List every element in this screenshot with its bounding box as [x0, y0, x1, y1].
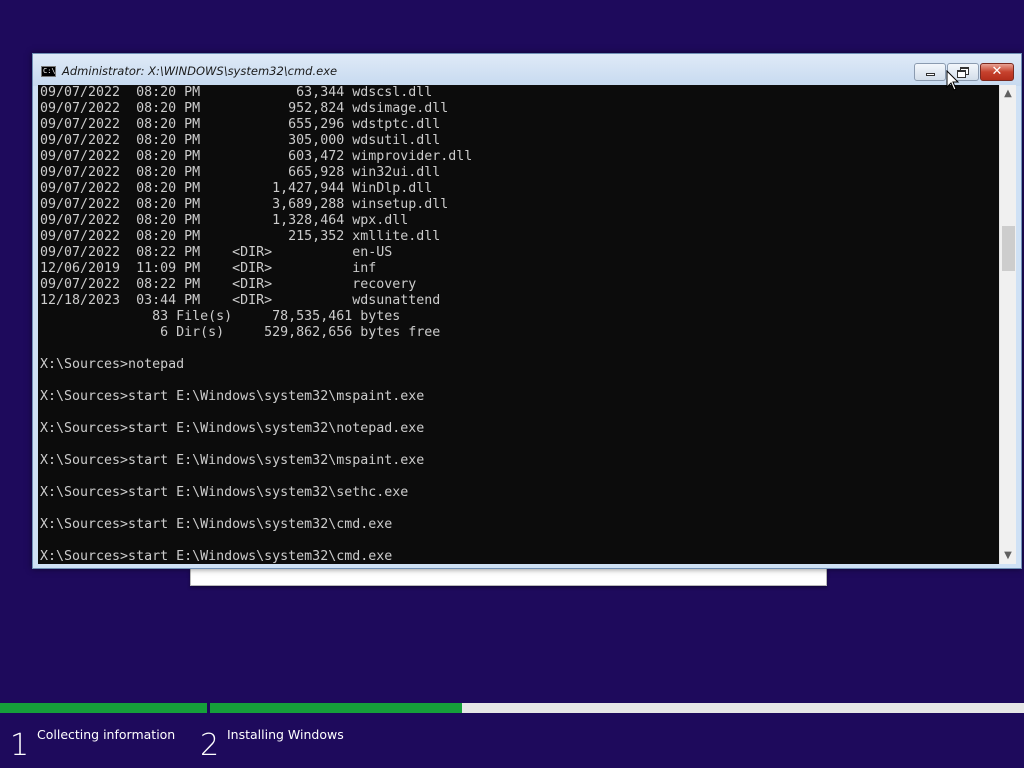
step-label: Installing Windows	[227, 727, 344, 742]
console-line: 09/07/2022 08:20 PM 1,328,464 wpx.dll	[40, 213, 409, 228]
setup-progress-bar	[0, 703, 1024, 713]
console-line: X:\Sources>start E:\Windows\system32\msp…	[40, 453, 425, 468]
vertical-scrollbar[interactable]: ▲ ▼	[999, 85, 1016, 564]
console-line: X:\Sources>start E:\Windows\system32\cmd…	[40, 549, 393, 564]
title-bar[interactable]: C:\ Administrator: X:\WINDOWS\system32\c…	[33, 54, 1021, 86]
console-line: 12/18/2023 03:44 PM <DIR> wdsunattend	[40, 293, 441, 308]
minimize-button[interactable]	[914, 63, 946, 81]
cmd-app-icon[interactable]: C:\	[41, 66, 56, 77]
console-line: 09/07/2022 08:20 PM 665,928 win32ui.dll	[40, 165, 441, 180]
step-label: Collecting information	[37, 727, 176, 742]
console-line: 12/06/2019 11:09 PM <DIR> inf	[40, 261, 377, 276]
console-line: 09/07/2022 08:20 PM 952,824 wdsimage.dll	[40, 101, 449, 116]
console-line: 09/07/2022 08:20 PM 305,000 wdsutil.dll	[40, 133, 441, 148]
console-line: 09/07/2022 08:20 PM 215,352 xmllite.dll	[40, 229, 441, 244]
scrollbar-thumb[interactable]	[1002, 226, 1015, 271]
console-output[interactable]: 09/07/2022 08:20 PM 63,344 wdscsl.dll 09/…	[38, 85, 999, 564]
console-line: 83 File(s) 78,535,461 bytes	[40, 309, 401, 324]
close-icon: ✕	[991, 64, 1003, 79]
console-line: X:\Sources>start E:\Windows\system32\set…	[40, 485, 409, 500]
console-line: X:\Sources>start E:\Windows\system32\msp…	[40, 389, 425, 404]
console-line: X:\Sources>notepad	[40, 357, 185, 372]
console-line: 09/07/2022 08:20 PM 63,344 wdscsl.dll	[40, 85, 433, 100]
progress-segment-installing	[210, 703, 1024, 713]
step-number: 2	[200, 728, 220, 763]
console-line: 09/07/2022 08:20 PM 655,296 wdstptc.dll	[40, 117, 441, 132]
console-lines: 09/07/2022 08:20 PM 63,344 wdscsl.dll 09/…	[38, 85, 999, 564]
minimize-icon	[926, 73, 935, 76]
console-line: X:\Sources>start E:\Windows\system32\not…	[40, 421, 425, 436]
console-line: 09/07/2022 08:20 PM 3,689,288 winsetup.d…	[40, 197, 449, 212]
console-line: 6 Dir(s) 529,862,656 bytes free	[40, 325, 441, 340]
close-button[interactable]: ✕	[980, 63, 1014, 81]
step-number: 1	[10, 728, 30, 763]
console-line: 09/07/2022 08:22 PM <DIR> recovery	[40, 277, 417, 292]
mouse-pointer-icon	[946, 70, 960, 91]
console-line: 09/07/2022 08:20 PM 1,427,944 WinDlp.dll	[40, 181, 433, 196]
progress-fill	[210, 703, 463, 713]
setup-dialog-background	[190, 568, 827, 586]
console-line: 09/07/2022 08:22 PM <DIR> en-US	[40, 245, 393, 260]
progress-fill	[0, 703, 207, 713]
scroll-up-arrow-icon[interactable]: ▲	[1000, 85, 1016, 102]
cmd-icon-text: C:\	[43, 67, 56, 75]
progress-segment-collecting	[0, 703, 207, 713]
window-title: Administrator: X:\WINDOWS\system32\cmd.e…	[62, 64, 338, 78]
scroll-down-arrow-icon[interactable]: ▼	[1000, 547, 1016, 564]
console-line: 09/07/2022 08:20 PM 603,472 wimprovider.…	[40, 149, 473, 164]
cmd-window[interactable]: C:\ Administrator: X:\WINDOWS\system32\c…	[32, 53, 1022, 569]
console-line: X:\Sources>start E:\Windows\system32\cmd…	[40, 517, 393, 532]
